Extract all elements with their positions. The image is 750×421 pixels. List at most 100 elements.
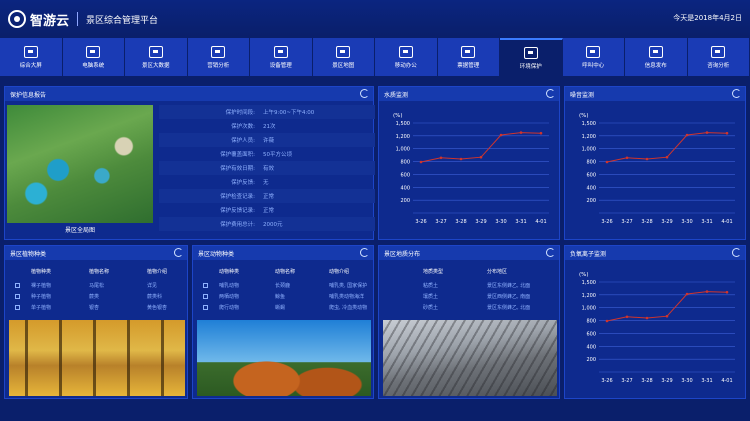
data-point[interactable]: [419, 160, 423, 164]
refresh-icon[interactable]: [732, 89, 741, 98]
nav-item-publish[interactable]: 信息发布: [625, 38, 688, 76]
info-label: 保护覆盖面积:: [220, 152, 255, 158]
row-checkbox[interactable]: [203, 305, 208, 310]
x-tick-label: 4-01: [721, 378, 732, 384]
desert-photo[interactable]: [383, 320, 557, 396]
nav-label: 信息发布: [644, 62, 667, 69]
data-point[interactable]: [645, 316, 649, 320]
y-tick-label: 200: [586, 357, 596, 363]
data-point[interactable]: [539, 131, 543, 135]
table-cell: 长颈鹿: [275, 283, 291, 289]
column-header: 地质类型: [423, 269, 444, 275]
nav-item-ticket[interactable]: 票据管理: [437, 38, 500, 76]
refresh-icon[interactable]: [546, 89, 555, 98]
data-point[interactable]: [685, 292, 689, 296]
info-row: 保护时间段: 上午9:00~下午4:00: [159, 105, 375, 119]
info-row: 保护反馈记录: 正常: [159, 203, 375, 217]
data-point[interactable]: [605, 160, 609, 164]
x-tick-label: 3-30: [681, 378, 692, 384]
negative-ion-panel: 负氧离子监测 (%) 200 400 600 800 1,000 1,200 1,500 3-2…: [564, 245, 746, 399]
info-value: 21次: [263, 124, 276, 130]
data-point[interactable]: [625, 156, 629, 160]
nav-item-analysis[interactable]: 营销分析: [187, 38, 250, 76]
data-point[interactable]: [685, 133, 689, 137]
table-row[interactable]: 砂质土 景区东侧蜂乙, 北面: [383, 304, 557, 313]
row-checkbox[interactable]: [203, 294, 208, 299]
nav-item-consult[interactable]: 咨询分析: [687, 38, 750, 76]
panel-header: 景区植物种类: [5, 246, 187, 260]
data-point[interactable]: [479, 155, 483, 159]
table-row[interactable]: 单子植物 银杏 黄色银杏: [9, 304, 185, 313]
table-row[interactable]: 粘质土 景区东侧蜂乙, 北面: [383, 282, 557, 291]
data-point[interactable]: [439, 156, 443, 160]
nav-item-device[interactable]: 设备管理: [250, 38, 313, 76]
data-point[interactable]: [625, 315, 629, 319]
refresh-icon[interactable]: [360, 89, 369, 98]
table-row[interactable]: 裸子植物 马尾松 详见: [9, 282, 185, 291]
data-point[interactable]: [705, 131, 709, 134]
table-cell: 两栖动物: [219, 294, 240, 300]
forest-photo[interactable]: [9, 320, 185, 396]
y-tick-label: 800: [586, 160, 596, 166]
column-header: 分布地区: [487, 269, 508, 275]
table-row[interactable]: 两栖动物 鲸鱼 哺乳类动物海洋: [197, 293, 371, 302]
table-row[interactable]: 壤质土 景区西侧蜂乙, 南面: [383, 293, 557, 302]
nav-item-map[interactable]: 景区地图: [312, 38, 375, 76]
x-tick-label: 3-27: [621, 378, 632, 384]
data-point[interactable]: [605, 319, 609, 323]
data-point[interactable]: [645, 157, 649, 161]
nav-item-data[interactable]: 景区大数据: [125, 38, 188, 76]
row-checkbox[interactable]: [203, 283, 208, 288]
refresh-icon[interactable]: [174, 248, 183, 257]
info-row: 保护反馈: 无: [159, 175, 375, 189]
data-point[interactable]: [459, 157, 463, 161]
row-checkbox[interactable]: [15, 283, 20, 288]
plants-panel: 景区植物种类 植物种类 植物名称 植物介绍 裸子植物 马尾松 详见 种子植物 蕨类 蕨类科 单子植…: [4, 245, 188, 399]
data-point[interactable]: [519, 131, 523, 134]
consult-icon: [711, 45, 726, 58]
refresh-icon[interactable]: [546, 248, 555, 257]
x-tick-label: 3-30: [495, 219, 506, 225]
data-point[interactable]: [725, 131, 729, 135]
x-tick-label: 3-26: [601, 219, 612, 225]
date-text: 今天是2018年4月2日: [673, 14, 742, 22]
y-tick-label: 200: [586, 198, 596, 204]
noise-panel: 噪音监测 (%) 200 400 600 800 1,000 1,200 1,500 3-26 3…: [564, 86, 746, 240]
x-tick-label: 3-28: [641, 219, 652, 225]
soil-panel: 景区地质分布 地质类型 分布地区 粘质土 景区东侧蜂乙, 北面 壤质土 景区西侧蜂乙, 南…: [378, 245, 560, 399]
logo[interactable]: 智游云 景区综合管理平台: [8, 9, 158, 29]
info-label: 保护时间段:: [225, 110, 255, 116]
info-value: 上午9:00~下午4:00: [263, 110, 315, 116]
row-checkbox[interactable]: [15, 294, 20, 299]
table-header: 地质类型 分布地区: [383, 268, 557, 278]
nav-item-environment[interactable]: 环境保护: [500, 38, 563, 76]
info-label: 保护费用总计:: [220, 222, 255, 228]
nav-label: 营销分析: [207, 62, 230, 69]
logo-text: 智游云: [30, 13, 70, 29]
row-checkbox[interactable]: [15, 305, 20, 310]
table-row[interactable]: 种子植物 蕨类 蕨类科: [9, 293, 185, 302]
table-row[interactable]: 哺乳动物 长颈鹿 哺乳类, 国家保护: [197, 282, 371, 291]
publish-icon: [648, 45, 663, 58]
data-point[interactable]: [499, 133, 503, 137]
refresh-icon[interactable]: [360, 248, 369, 257]
deer-photo[interactable]: [197, 320, 371, 396]
data-point[interactable]: [665, 314, 669, 318]
data-point[interactable]: [665, 155, 669, 159]
refresh-icon[interactable]: [732, 248, 741, 257]
scenic-photo[interactable]: [7, 105, 153, 223]
call-icon: [586, 45, 601, 58]
x-tick-label: 3-26: [415, 219, 426, 225]
data-point[interactable]: [705, 290, 709, 293]
data-point[interactable]: [725, 290, 729, 294]
nav-item-call[interactable]: 呼叫中心: [562, 38, 625, 76]
table-row[interactable]: 爬行动物 蜥蜴 爬虫, 冷血类动物: [197, 304, 371, 313]
y-tick-label: 600: [400, 172, 410, 178]
nav-label: 环境保护: [519, 63, 542, 70]
nav-label: 景区大数据: [141, 62, 170, 69]
y-tick-label: 1,000: [396, 147, 410, 153]
y-tick-label: 400: [586, 185, 596, 191]
nav-item-screen[interactable]: 综合大屏: [0, 38, 63, 76]
nav-item-mobile[interactable]: 移动办公: [375, 38, 438, 76]
nav-item-computer[interactable]: 电脑系统: [62, 38, 125, 76]
